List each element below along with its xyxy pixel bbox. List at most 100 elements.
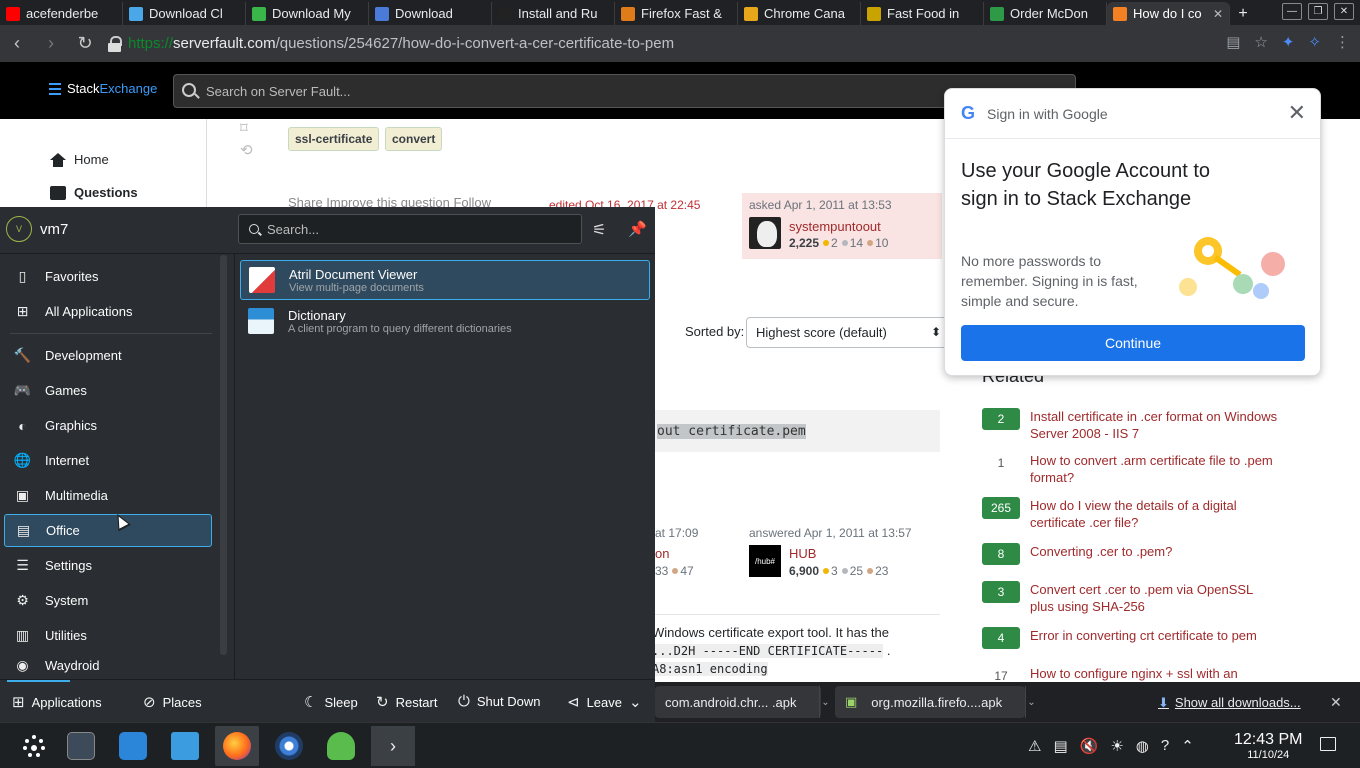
extension-icon[interactable]: ✦ bbox=[1282, 33, 1295, 51]
close-window-icon[interactable]: ✕ bbox=[1334, 3, 1354, 20]
bookmark-icon[interactable]: ⌑ bbox=[240, 119, 253, 141]
history-icon[interactable]: ⟲ bbox=[240, 141, 253, 159]
restart-button[interactable]: ↻ Restart bbox=[376, 693, 437, 711]
category-multimedia[interactable]: ▣ Multimedia bbox=[4, 479, 212, 512]
asked-user-link[interactable]: systempuntoout bbox=[789, 219, 881, 234]
nav-questions[interactable]: Questions bbox=[50, 185, 138, 200]
browser-tab[interactable]: How do I co ✕ bbox=[1107, 2, 1230, 25]
clock[interactable]: 12:43 PM 11/10/24 bbox=[1234, 731, 1302, 761]
close-icon[interactable]: ✕ bbox=[1330, 694, 1342, 711]
browser-tab[interactable]: Fast Food in bbox=[861, 2, 984, 25]
category-development[interactable]: 🔨 Development bbox=[4, 339, 212, 372]
download-item[interactable]: com.android.chr... .apk bbox=[655, 686, 821, 718]
related-link[interactable]: Convert cert .cer to .pem via OpenSSL pl… bbox=[1030, 581, 1280, 615]
help-icon[interactable]: ? bbox=[1161, 737, 1169, 755]
app-item[interactable]: Dictionary A client program to query diff… bbox=[240, 301, 650, 341]
stackexchange-logo[interactable]: StackExchange bbox=[49, 81, 157, 96]
minimize-icon[interactable]: — bbox=[1282, 3, 1302, 20]
browser-tab[interactable]: Chrome Cana bbox=[738, 2, 861, 25]
browser-tab[interactable]: Install and Ru bbox=[492, 2, 615, 25]
continue-button[interactable]: Continue bbox=[961, 325, 1305, 361]
related-link[interactable]: Install certificate in .cer format on Wi… bbox=[1030, 408, 1280, 442]
browser-tab[interactable]: Order McDon bbox=[984, 2, 1107, 25]
category-office[interactable]: ▤ Office bbox=[4, 514, 212, 547]
menu-dots-icon[interactable]: ⋮ bbox=[1335, 33, 1350, 51]
show-all-downloads-link[interactable]: ⬇ Show all downloads... bbox=[1158, 695, 1301, 711]
taskbar-file-manager[interactable] bbox=[163, 726, 207, 766]
sort-select[interactable]: Highest score (default) ⬍ bbox=[746, 317, 950, 348]
answer-user-link[interactable]: HUB bbox=[789, 546, 816, 561]
chevron-down-icon[interactable]: ⌄ bbox=[819, 686, 831, 718]
related-item[interactable]: 265 How do I view the details of a digita… bbox=[982, 497, 1282, 531]
related-item[interactable]: 8 Converting .cer to .pem? bbox=[982, 543, 1282, 565]
tag-convert[interactable]: convert bbox=[385, 127, 443, 151]
related-link[interactable]: How to convert .arm certificate file to … bbox=[1030, 452, 1280, 486]
browser-tab[interactable]: Download My bbox=[246, 2, 369, 25]
bookmark-star-icon[interactable]: ☆ bbox=[1254, 33, 1267, 51]
leave-button[interactable]: ⊲ Leave ⌄ bbox=[567, 693, 642, 711]
download-item[interactable]: ▣ org.mozilla.firefo....apk bbox=[835, 686, 1025, 718]
launcher-button[interactable] bbox=[12, 726, 56, 766]
category-all-applications[interactable]: ⊞ All Applications bbox=[4, 295, 212, 328]
related-link[interactable]: Error in converting crt certificate to p… bbox=[1030, 627, 1280, 649]
related-item[interactable]: 4 Error in converting crt certificate to … bbox=[982, 627, 1282, 649]
url-field[interactable]: https://serverfault.com/questions/254627… bbox=[108, 31, 1188, 57]
profile-icon[interactable]: ✧ bbox=[1308, 33, 1321, 51]
clipboard-icon[interactable]: ▤ bbox=[1053, 737, 1067, 755]
page-info-icon[interactable]: ▤ bbox=[1226, 33, 1240, 51]
answer-edited-time[interactable]: at 17:09 bbox=[655, 526, 698, 540]
taskbar-waydroid[interactable] bbox=[319, 726, 363, 766]
category-utilities[interactable]: ▥ Utilities bbox=[4, 619, 212, 652]
category-scrollbar[interactable] bbox=[220, 255, 227, 655]
related-link[interactable]: How do I view the details of a digital c… bbox=[1030, 497, 1280, 531]
forward-button[interactable]: › bbox=[34, 25, 68, 62]
brightness-icon[interactable]: ☀ bbox=[1110, 737, 1123, 755]
related-item[interactable]: 2 Install certificate in .cer format on W… bbox=[982, 408, 1282, 442]
launcher-user[interactable]: V vm7 bbox=[6, 216, 68, 242]
reload-button[interactable]: ↻ bbox=[68, 25, 102, 62]
show-desktop-icon[interactable] bbox=[1320, 737, 1336, 751]
category-system[interactable]: ⚙ System bbox=[4, 584, 212, 617]
taskbar-firefox[interactable] bbox=[215, 726, 259, 766]
avatar[interactable]: /hub# bbox=[749, 545, 781, 577]
category-settings[interactable]: ☰ Settings bbox=[4, 549, 212, 582]
pin-icon[interactable]: 📌 bbox=[628, 220, 647, 238]
taskbar-more[interactable]: › bbox=[371, 726, 415, 766]
nav-home[interactable]: Home bbox=[50, 152, 109, 167]
browser-tab[interactable]: Download Cl bbox=[123, 2, 246, 25]
taskbar-chrome-canary[interactable] bbox=[267, 726, 311, 766]
chevron-up-icon[interactable]: ⌃ bbox=[1181, 737, 1194, 755]
close-tab-icon[interactable]: ✕ bbox=[1213, 7, 1223, 21]
related-item[interactable]: 1 How to convert .arm certificate file to… bbox=[982, 452, 1282, 486]
category-waydroid[interactable]: ◉ Waydroid bbox=[4, 654, 212, 676]
category-favorites[interactable]: ▯ Favorites bbox=[4, 260, 212, 293]
category-games[interactable]: 🎮 Games bbox=[4, 374, 212, 407]
app-item[interactable]: Atril Document Viewer View multi-page doc… bbox=[240, 260, 650, 300]
network-icon[interactable]: ◍ bbox=[1136, 737, 1149, 755]
category-internet[interactable]: 🌐 Internet bbox=[4, 444, 212, 477]
answer-user-partial[interactable]: on bbox=[655, 546, 669, 561]
sleep-button[interactable]: ☾ Sleep bbox=[304, 693, 358, 711]
tab-places[interactable]: ⊘ Places bbox=[143, 693, 202, 711]
launcher-search-input[interactable]: Search... bbox=[238, 214, 582, 244]
category-graphics[interactable]: ◐ Graphics bbox=[4, 409, 212, 442]
tag-ssl-certificate[interactable]: ssl-certificate bbox=[288, 127, 380, 151]
chevron-down-icon[interactable]: ⌄ bbox=[1025, 686, 1037, 718]
shutdown-button[interactable]: ⏻ Shut Down bbox=[458, 693, 540, 710]
avatar[interactable] bbox=[749, 217, 781, 249]
browser-tab[interactable]: Firefox Fast & bbox=[615, 2, 738, 25]
configure-icon[interactable]: ⚟ bbox=[592, 220, 606, 240]
notification-icon[interactable]: ⚠ bbox=[1028, 737, 1041, 755]
browser-tab[interactable]: acefenderbe bbox=[0, 2, 123, 25]
back-button[interactable]: ‹ bbox=[0, 25, 34, 62]
related-item[interactable]: 3 Convert cert .cer to .pem via OpenSSL p… bbox=[982, 581, 1282, 615]
taskbar-system-settings[interactable] bbox=[59, 726, 103, 766]
maximize-icon[interactable]: ❐ bbox=[1308, 3, 1328, 20]
site-search-input[interactable]: Search on Server Fault... bbox=[173, 74, 1076, 108]
taskbar-discover[interactable] bbox=[111, 726, 155, 766]
related-link[interactable]: Converting .cer to .pem? bbox=[1030, 543, 1280, 565]
browser-tab[interactable]: Download bbox=[369, 2, 492, 25]
close-icon[interactable]: ✕ bbox=[1288, 102, 1306, 124]
tab-applications[interactable]: ⊞ Applications bbox=[12, 693, 102, 711]
new-tab-button[interactable]: + bbox=[1230, 2, 1256, 25]
